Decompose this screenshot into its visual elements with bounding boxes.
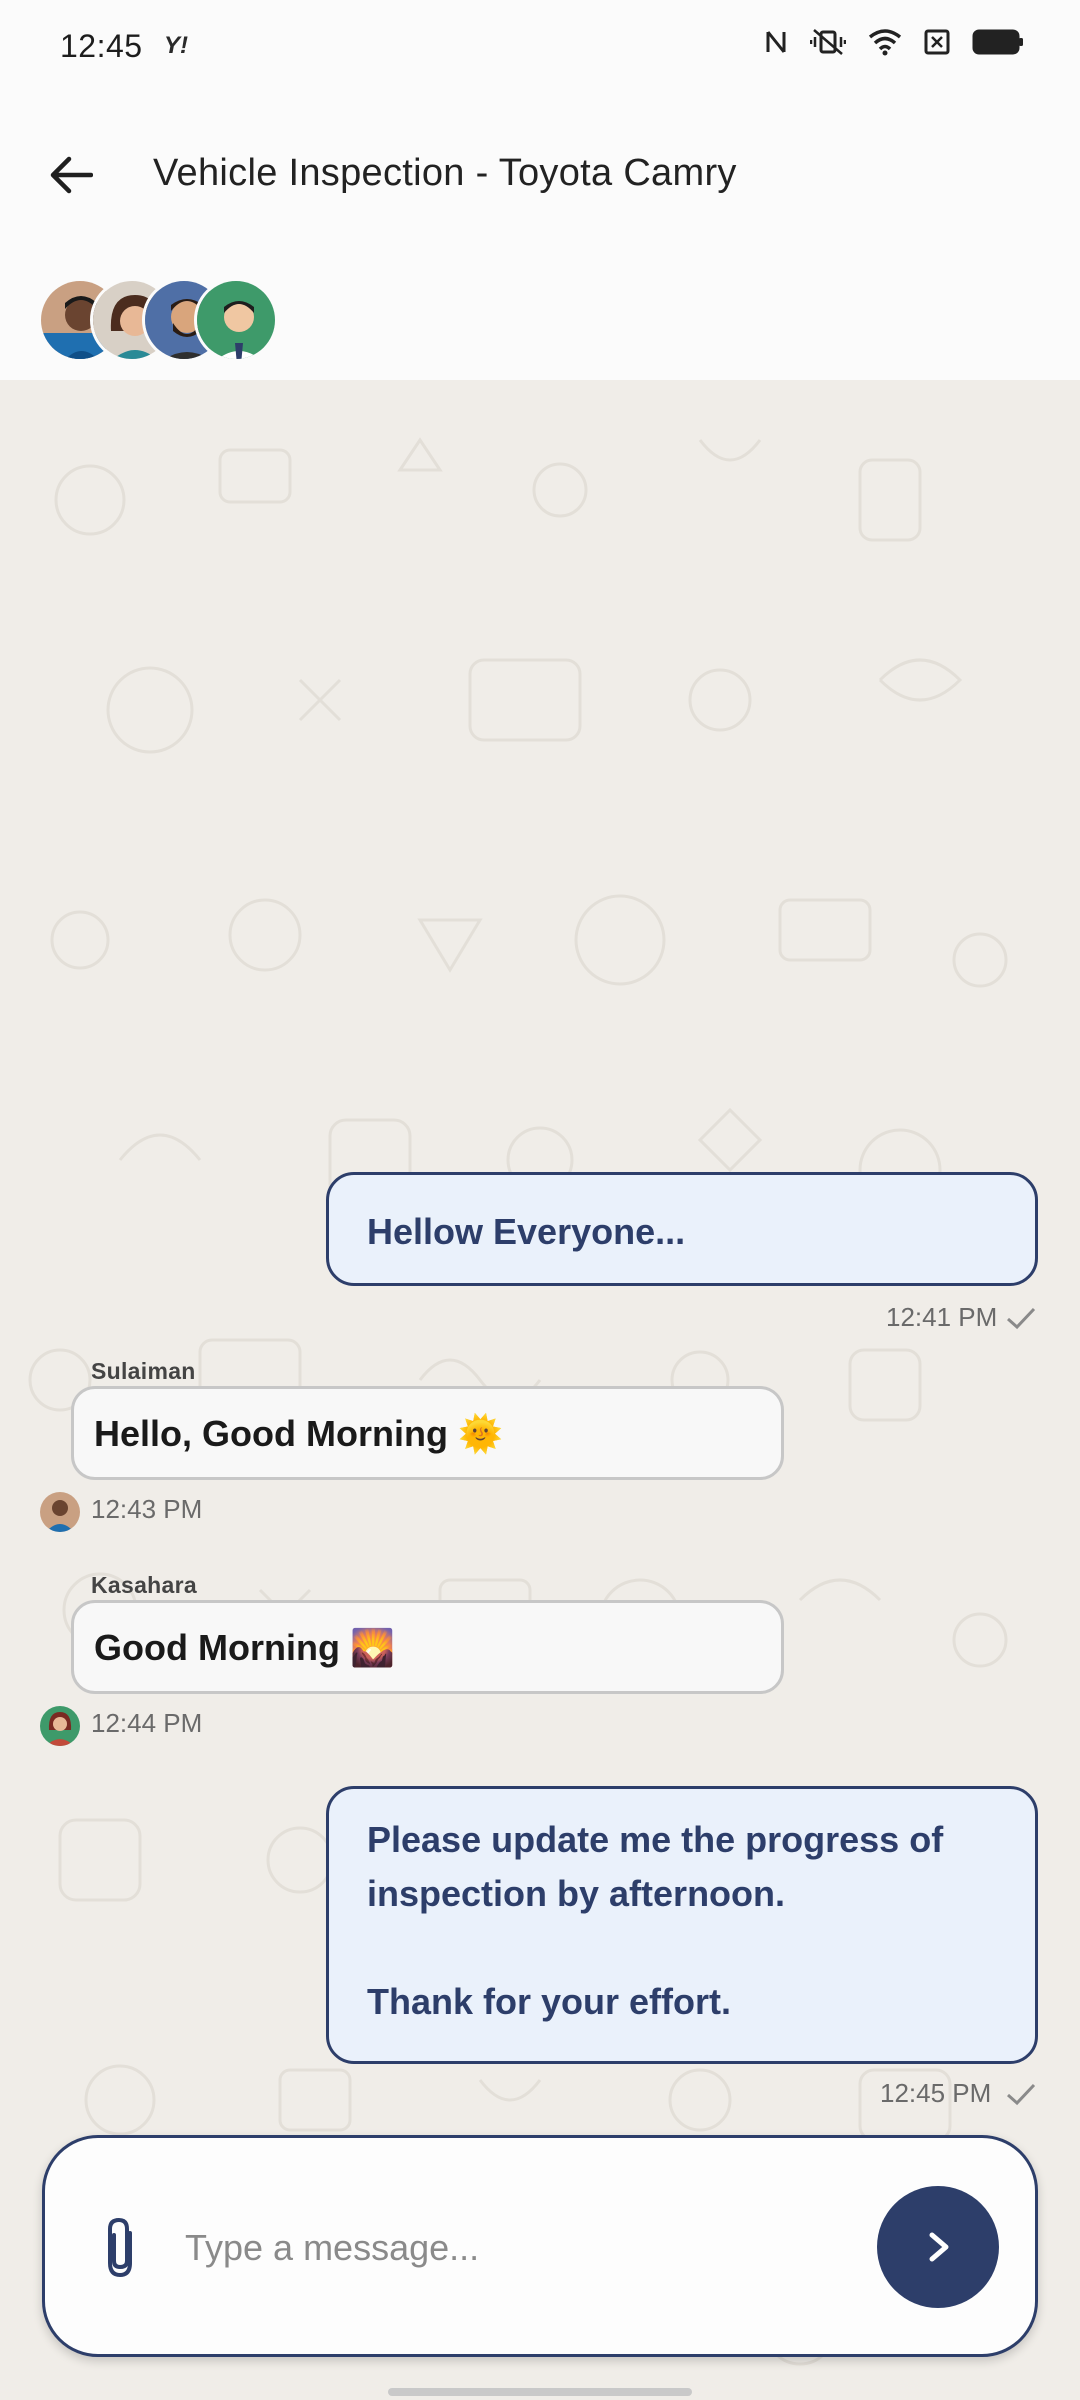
participant-avatars[interactable]	[38, 278, 278, 362]
message-list[interactable]: Hellow Everyone... 12:41 PM Sulaiman Hel…	[0, 380, 1080, 2400]
message-time: 12:45 PM	[880, 2078, 992, 2108]
message-text-line: Please update me the progress of	[367, 1819, 944, 1860]
message-text: Good Morning 🌄	[94, 1627, 395, 1668]
outgoing-message-bubble[interactable]: Please update me the progress of inspect…	[326, 1786, 1038, 2064]
chat-header: Vehicle Inspection - Toyota Camry	[0, 96, 1080, 380]
back-button[interactable]	[36, 140, 106, 210]
avatar[interactable]	[194, 278, 278, 362]
wifi-icon	[868, 28, 902, 56]
incoming-message-bubble[interactable]: Good Morning 🌄	[71, 1600, 784, 1694]
attach-button[interactable]	[85, 2208, 155, 2288]
home-indicator[interactable]	[388, 2388, 692, 2396]
status-time: 12:45	[60, 28, 143, 64]
sent-check-icon	[1007, 1307, 1036, 1330]
sim-icon	[924, 28, 950, 56]
message-input[interactable]	[185, 2208, 885, 2288]
sender-name: Kasahara	[91, 1572, 197, 1598]
sent-check-icon	[1007, 2083, 1036, 2106]
incoming-message-bubble[interactable]: Hello, Good Morning 🌞	[71, 1386, 784, 1480]
message-text: Hellow Everyone...	[367, 1211, 686, 1252]
message-text-line: inspection by afternoon.	[367, 1873, 786, 1914]
vibrate-icon	[810, 28, 846, 56]
message-time: 12:44 PM	[91, 1708, 203, 1738]
arrow-left-icon	[50, 156, 93, 194]
chat-title: Vehicle Inspection - Toyota Camry	[153, 152, 737, 194]
outgoing-message-bubble[interactable]: Hellow Everyone...	[326, 1172, 1038, 1286]
message-text: Hello, Good Morning 🌞	[94, 1413, 503, 1454]
sender-name: Sulaiman	[91, 1358, 196, 1384]
battery-icon	[972, 28, 1024, 56]
send-button[interactable]	[877, 2186, 999, 2308]
message-time: 12:41 PM	[886, 1302, 998, 1332]
status-bar: 12:45 Y!	[0, 0, 1080, 96]
message-text-line: Thank for your effort.	[367, 1981, 732, 2022]
message-composer	[42, 2135, 1038, 2357]
yahoo-notification-icon: Y!	[164, 32, 188, 59]
sender-avatar	[40, 1492, 80, 1532]
sender-avatar	[40, 1706, 80, 1746]
paperclip-icon	[108, 2217, 132, 2278]
status-icons	[764, 28, 1024, 56]
chevron-right-icon	[929, 2232, 949, 2262]
message-time: 12:43 PM	[91, 1494, 203, 1524]
nfc-icon	[764, 28, 788, 56]
